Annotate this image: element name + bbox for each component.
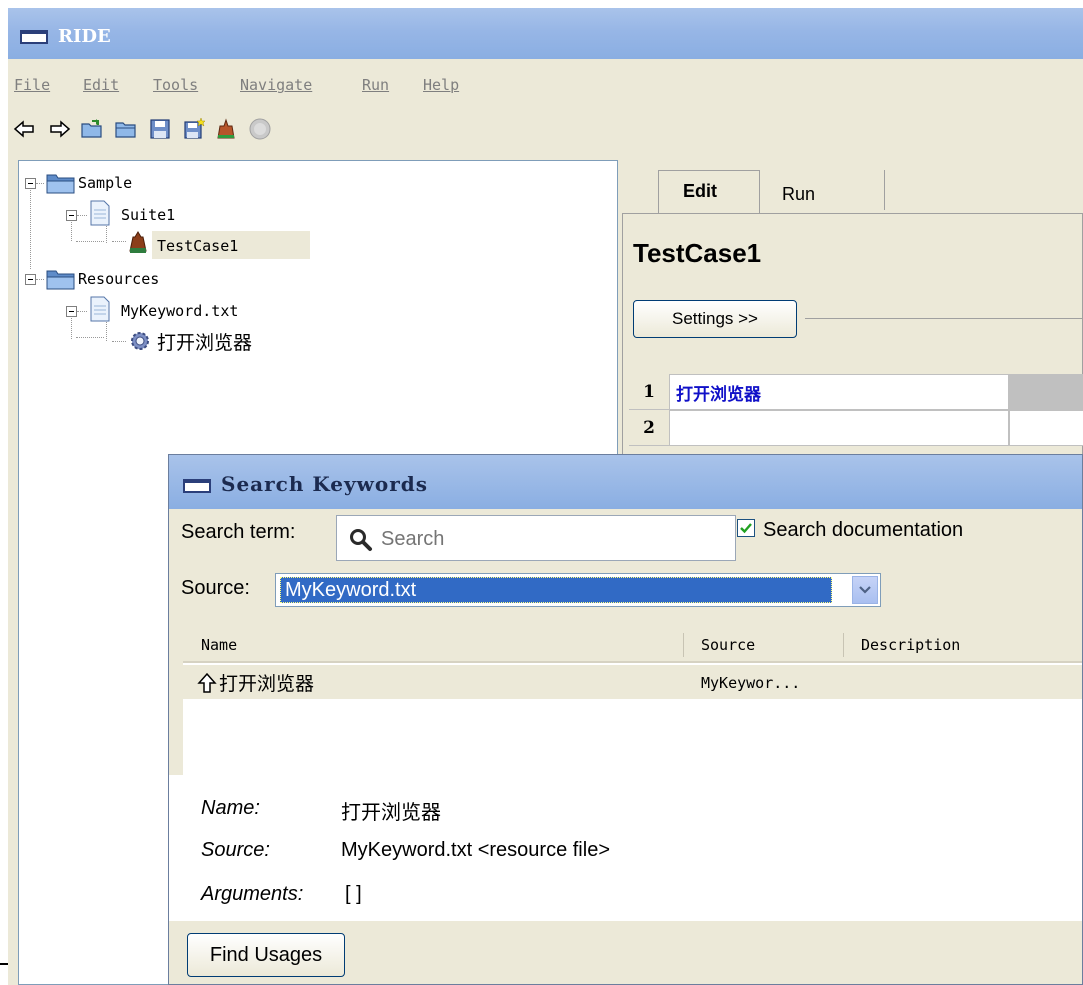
source-dropdown[interactable]: MyKeyword.txt [275, 573, 881, 607]
menu-tools[interactable]: Tools [153, 76, 198, 94]
tab-run[interactable]: Run [760, 170, 885, 210]
run-icon[interactable] [214, 117, 238, 141]
tree-item-sample[interactable]: Sample [78, 174, 132, 192]
settings-divider [805, 318, 1083, 319]
tree-item-mykeyword[interactable]: MyKeyword.txt [121, 302, 238, 320]
detail-source-label: Source: [201, 839, 270, 861]
list-header: Name Source Description [183, 627, 1082, 663]
step-row-2: 2 [629, 410, 1083, 446]
menu-bar: File Edit Tools Navigate Run Help [8, 72, 1083, 100]
tab-run-label: Run [782, 184, 816, 204]
menu-edit[interactable]: Edit [83, 76, 119, 94]
dialog-title-bar[interactable]: Search Keywords [169, 455, 1082, 509]
step-cell-arg[interactable] [1009, 374, 1083, 410]
dropdown-button[interactable] [852, 576, 878, 604]
chevron-down-icon [859, 586, 871, 594]
step-cell-arg[interactable] [1009, 410, 1083, 446]
keyword-results-list[interactable]: Name Source Description 打开浏览器 MyKeywor..… [183, 627, 1082, 775]
window-icon [183, 479, 211, 493]
result-source: MyKeywor... [701, 674, 801, 692]
folder-icon [46, 174, 75, 194]
expander-resources[interactable] [25, 274, 36, 285]
detail-name-label: Name: [201, 797, 260, 819]
back-arrow-icon[interactable] [12, 117, 36, 141]
step-cell[interactable] [669, 410, 1009, 446]
column-header-description[interactable]: Description [861, 636, 960, 654]
search-keywords-dialog: Search Keywords Search term: Search docu… [168, 454, 1083, 985]
dialog-title: Search Keywords [221, 472, 428, 496]
tree-item-resources[interactable]: Resources [78, 270, 159, 288]
tree-item-suite1[interactable]: Suite1 [121, 206, 175, 224]
stop-icon[interactable] [248, 117, 272, 141]
tab-edit[interactable]: Edit [658, 170, 760, 214]
column-header-source[interactable]: Source [701, 636, 755, 654]
row-number: 2 [629, 410, 669, 446]
expander-mykeyword[interactable] [66, 306, 77, 317]
source-label: Source: [181, 577, 250, 599]
menu-run[interactable]: Run [362, 76, 389, 94]
tab-edit-label: Edit [683, 181, 717, 201]
toolbar [8, 114, 1083, 150]
checkmark-icon [740, 523, 752, 534]
expander-suite1[interactable] [66, 210, 77, 221]
search-term-label: Search term: [181, 521, 296, 543]
settings-button[interactable]: Settings >> [633, 300, 797, 338]
menu-help[interactable]: Help [423, 76, 459, 94]
forward-arrow-icon[interactable] [48, 117, 72, 141]
save-all-icon[interactable] [182, 117, 206, 141]
dialog-button-bar: Find Usages [169, 921, 1082, 984]
detail-arguments-label: Arguments: [201, 883, 304, 905]
row-number: 1 [629, 374, 669, 410]
search-documentation-label: Search documentation [763, 519, 964, 541]
testcase-title: TestCase1 [633, 238, 762, 268]
detail-arguments-value: [ ] [345, 883, 362, 905]
open-directory-icon[interactable] [114, 117, 138, 141]
search-documentation-checkbox[interactable] [737, 519, 755, 537]
table-row[interactable]: 打开浏览器 MyKeywor... [183, 665, 1082, 699]
window-title: RIDE [58, 26, 111, 47]
editor-tabs: Edit Run [628, 166, 1083, 214]
keyword-gear-icon [131, 332, 149, 350]
window-icon [20, 30, 48, 44]
menu-file[interactable]: File [14, 76, 50, 94]
menu-navigate[interactable]: Navigate [240, 76, 312, 94]
title-bar[interactable]: RIDE [8, 8, 1083, 59]
search-input[interactable] [379, 524, 723, 554]
tree-item-keyword[interactable]: 打开浏览器 [157, 328, 252, 355]
folder-icon [46, 270, 75, 290]
expander-sample[interactable] [25, 178, 36, 189]
step-row-1: 1 打开浏览器 [629, 374, 1083, 410]
tree-item-testcase1[interactable]: TestCase1 [157, 237, 238, 255]
detail-name-value: 打开浏览器 [341, 800, 441, 824]
open-suite-icon[interactable] [80, 117, 104, 141]
search-field[interactable] [336, 515, 736, 561]
column-header-name[interactable]: Name [201, 636, 237, 654]
file-icon [90, 296, 110, 322]
arrow-up-icon [197, 672, 217, 693]
detail-source-value: MyKeyword.txt <resource file> [341, 839, 610, 861]
file-icon [90, 200, 110, 226]
result-name: 打开浏览器 [219, 673, 315, 695]
search-icon [350, 529, 372, 551]
source-selected-value: MyKeyword.txt [280, 577, 832, 603]
step-cell[interactable]: 打开浏览器 [669, 374, 1009, 410]
save-icon[interactable] [148, 117, 172, 141]
divider [0, 963, 8, 965]
find-usages-button[interactable]: Find Usages [187, 933, 345, 977]
testcase-icon [129, 231, 147, 253]
